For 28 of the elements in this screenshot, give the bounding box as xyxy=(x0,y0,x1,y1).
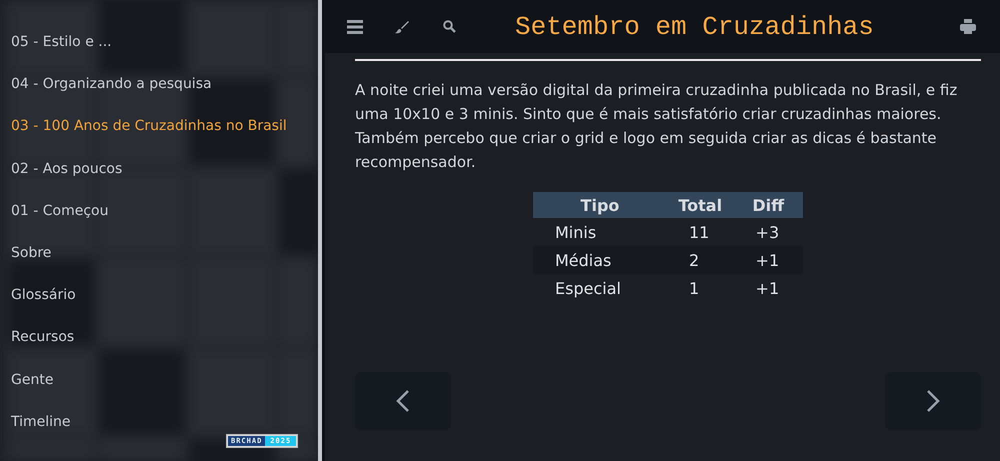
column-header: Diff xyxy=(734,192,803,218)
column-header: Total xyxy=(666,192,734,218)
table-cell: +3 xyxy=(734,218,803,246)
article-paragraph: A noite criei uma versão digital da primeira cruzadinha publicada no Brasil, e fiz uma 10x10 e 3 minis. Sinto que é mais satisfatório criar cruzadinhas maiores. Também percebo que criar o grid e logo em seguida criar as dicas é bastante recompensador. xyxy=(355,80,958,173)
table-cell: Minis xyxy=(533,218,667,246)
chevron-right-icon xyxy=(926,389,940,413)
sidebar-item[interactable]: Sobre xyxy=(11,242,52,284)
table-cell: Médias xyxy=(533,246,667,274)
table-cell: 2 xyxy=(666,246,734,274)
table-cell: 1 xyxy=(666,274,734,302)
sidebar-item[interactable]: Recursos xyxy=(11,326,74,368)
sidebar-item[interactable]: Gente xyxy=(11,368,54,411)
resize-handle[interactable] xyxy=(318,0,325,461)
table-cell: +1 xyxy=(734,274,803,302)
table-cell: Especial xyxy=(533,274,667,302)
page-title: Setembro em Cruzadinhas xyxy=(515,12,875,42)
print-icon[interactable] xyxy=(960,19,976,34)
chevron-left-icon xyxy=(396,389,410,413)
sidebar-item[interactable]: 05 - Estilo e ... xyxy=(11,31,112,74)
sidebar-item[interactable]: Glossário xyxy=(11,284,76,326)
sidebar-item[interactable]: Timeline xyxy=(11,410,71,453)
sidebar-item[interactable]: 03 - 100 Anos de Cruzadinhas no Brasil xyxy=(11,115,287,158)
table-cell: +1 xyxy=(734,246,803,274)
sidebar-item[interactable]: 04 - Organizando a pesquisa xyxy=(11,73,212,116)
column-header: Tipo xyxy=(533,192,667,218)
table-cell: 11 xyxy=(666,218,734,246)
sidebar-item[interactable]: 02 - Aos poucos xyxy=(11,158,122,200)
sidebar-item[interactable]: 01 - Começou xyxy=(11,200,108,242)
